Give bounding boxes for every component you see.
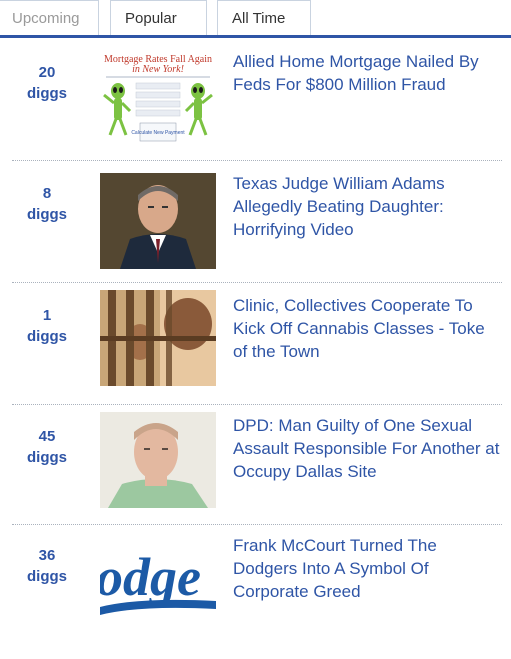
tab-all-time[interactable]: All Time [217,0,311,35]
digg-count-number: 20 [38,64,56,81]
digg-count-unit: diggs [27,449,67,466]
story-headline-link[interactable]: Clinic, Collectives Cooperate To Kick Of… [233,294,503,363]
digg-count-unit: diggs [27,568,67,585]
story-item: 1 diggs Clinic, Collectives Cooperate To… [0,282,511,405]
story-item: 45 diggs DPD: Man Guilty of One Sexual A… [0,404,511,525]
story-headline-link[interactable]: DPD: Man Guilty of One Sexual Assault Re… [233,414,503,483]
digg-count-number: 8 [42,185,52,202]
story-thumbnail[interactable] [100,412,216,508]
digg-count-number: 36 [38,547,56,564]
digg-count-unit: diggs [27,85,67,102]
mugshot-icon [100,412,216,508]
digg-count-unit: diggs [27,206,67,223]
story-thumbnail[interactable] [100,173,216,269]
story-headline-link[interactable]: Allied Home Mortgage Nailed By Feds For … [233,50,503,96]
digg-count[interactable]: 20 diggs [18,62,76,104]
story-item: 8 diggs Texas Judge William Adams Allege… [0,160,511,283]
tab-bar: Upcoming Popular All Time [0,0,511,38]
digg-count[interactable]: 1 diggs [18,305,76,347]
story-thumbnail[interactable]: Mortgage Rates Fall Again in New York! C… [100,51,216,147]
ad-button-label: Calculate New Payment [131,130,185,136]
dodgers-logo-icon: odge [100,535,216,631]
jail-bars-icon [100,290,216,386]
tab-upcoming[interactable]: Upcoming [0,0,99,35]
digg-count[interactable]: 36 diggs [18,545,76,587]
alien-dancing-ad-icon: Mortgage Rates Fall Again in New York! C… [100,51,216,147]
story-item: 36 diggs odge Frank McCourt Turned The D… [0,524,511,644]
story-thumbnail[interactable] [100,290,216,386]
story-thumbnail[interactable]: odge [100,535,216,631]
story-headline-link[interactable]: Frank McCourt Turned The Dodgers Into A … [233,534,503,603]
digg-count-unit: diggs [27,328,67,345]
digg-count[interactable]: 8 diggs [18,183,76,225]
digg-count[interactable]: 45 diggs [18,426,76,468]
digg-count-number: 1 [42,307,52,324]
tab-popular[interactable]: Popular [110,0,207,35]
ad-subheadline: in New York! [132,64,184,75]
logo-lettering: odge [100,547,201,607]
story-headline-link[interactable]: Texas Judge William Adams Allegedly Beat… [233,172,503,241]
man-portrait-icon [100,173,216,269]
story-item: 20 diggs Mortgage Rates Fall Again in Ne… [0,38,511,161]
digg-count-number: 45 [38,428,56,445]
